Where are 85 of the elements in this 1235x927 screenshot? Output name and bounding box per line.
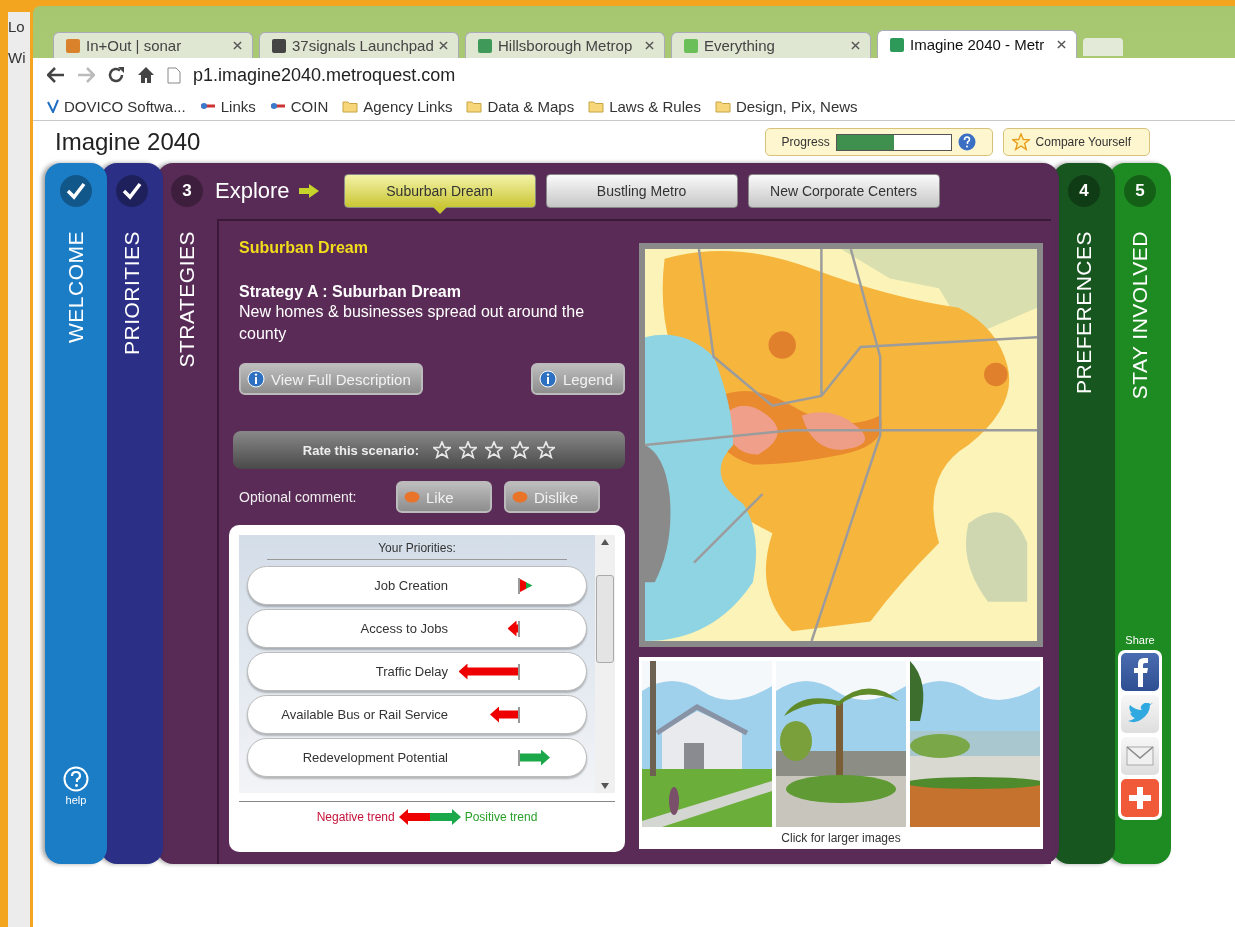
browser-tab[interactable]: Everything	[671, 32, 871, 58]
scenario-tab[interactable]: New Corporate Centers	[747, 174, 940, 208]
priority-label: Traffic Delay	[374, 664, 448, 679]
bookmark[interactable]: Links	[199, 97, 256, 115]
help-icon[interactable]	[63, 766, 89, 792]
star-icon	[1011, 133, 1030, 151]
share-button[interactable]	[1121, 653, 1159, 691]
bookmark[interactable]: Design, Pix, News	[714, 97, 858, 115]
step-number: 4	[1068, 175, 1100, 207]
step-label: PREFERENCES	[1072, 231, 1096, 395]
arrow-up-icon[interactable]	[601, 539, 609, 545]
info-icon	[538, 370, 557, 388]
close-icon[interactable]	[1057, 40, 1066, 49]
strategy-title: Strategy A : Suburban Dream	[239, 283, 462, 301]
priority-label: Access to Jobs	[359, 621, 448, 636]
compare-button[interactable]: Compare Yourself	[1002, 128, 1150, 156]
star-icon[interactable]	[511, 441, 530, 459]
bookmark[interactable]: Agency Links	[342, 97, 453, 115]
link-icon	[199, 101, 216, 111]
arrow-right-icon	[297, 183, 320, 199]
priority-label: Available Bus or Rail Service	[280, 707, 448, 722]
link-icon	[269, 101, 286, 111]
priorities-title: Your Priorities:	[267, 541, 567, 560]
bookmark[interactable]: Data & Maps	[466, 97, 575, 115]
scenario-tab[interactable]: Bustling Metro	[545, 174, 738, 208]
help-label[interactable]: help	[65, 794, 87, 806]
speech-bubble-icon	[512, 491, 528, 503]
step-label: PRIORITIES	[120, 231, 144, 356]
folder-icon	[588, 99, 605, 113]
reload-icon[interactable]	[107, 66, 125, 84]
star-icon[interactable]	[459, 441, 478, 459]
double-arrow-icon	[398, 808, 461, 826]
browser-tab[interactable]: Imagine 2040 - Metr	[877, 30, 1077, 58]
step-number: 5	[1124, 175, 1156, 207]
legend-positive: Positive trend	[464, 810, 538, 824]
folder-icon	[714, 99, 731, 113]
home-icon[interactable]	[137, 66, 155, 84]
browser-tab[interactable]: Hillsborough Metrop	[465, 32, 665, 58]
letter-f-icon	[1132, 657, 1148, 687]
window-text: Lo	[8, 18, 26, 35]
step-label: WELCOME	[64, 231, 88, 343]
share-label: Share	[1125, 634, 1155, 646]
browser-tab[interactable]: 37signals Launchpad	[259, 32, 459, 58]
priority-label: Job Creation	[373, 578, 448, 593]
app-title: Imagine 2040	[55, 128, 201, 156]
envelope-icon	[1126, 746, 1154, 766]
bookmark[interactable]: Laws & Rules	[588, 97, 701, 115]
close-icon[interactable]	[439, 41, 448, 50]
bird-icon	[1127, 703, 1153, 725]
folder-icon	[342, 99, 359, 113]
step-label: STAY INVOLVED	[1128, 231, 1152, 400]
strategy-description: New homes & businesses spread out around the county	[239, 302, 586, 344]
speech-bubble-icon	[404, 491, 420, 503]
photos-caption[interactable]: Click for larger images	[781, 831, 901, 845]
check-icon	[47, 99, 59, 113]
priority-label: Redevelopment Potential	[301, 750, 448, 765]
folder-icon	[466, 99, 483, 113]
star-icon[interactable]	[433, 441, 452, 459]
step-panel[interactable]: WELCOME help	[45, 163, 107, 864]
close-icon[interactable]	[233, 41, 242, 50]
close-icon[interactable]	[645, 41, 654, 50]
help-icon[interactable]	[957, 133, 976, 151]
step-label: STRATEGIES	[175, 231, 199, 368]
step-number: 3	[171, 175, 203, 207]
bookmark[interactable]: DOVICO Softwa...	[47, 97, 186, 115]
address-bar[interactable]: p1.imagine2040.metroquest.com	[193, 64, 456, 86]
browser-tab[interactable]: In+Out | sonar	[53, 32, 253, 58]
progress-label: Progress	[781, 135, 830, 149]
close-icon[interactable]	[851, 41, 860, 50]
share-button[interactable]	[1121, 779, 1159, 817]
back-icon[interactable]	[47, 67, 65, 83]
explore-label: Explore	[215, 178, 290, 204]
strategy-heading: Suburban Dream	[239, 239, 369, 257]
arrow-down-icon[interactable]	[601, 783, 609, 789]
rating-label: Rate this scenario:	[302, 442, 420, 458]
window-text: Wi	[8, 49, 27, 66]
star-icon[interactable]	[485, 441, 504, 459]
plus-icon	[1129, 787, 1151, 809]
comment-label: Optional comment:	[239, 489, 358, 505]
star-icon[interactable]	[537, 441, 556, 459]
page-icon	[167, 66, 181, 84]
legend-negative: Negative trend	[316, 810, 395, 824]
info-icon	[247, 370, 265, 388]
scrollbar[interactable]	[595, 535, 615, 793]
bookmark[interactable]: COIN	[269, 97, 329, 115]
